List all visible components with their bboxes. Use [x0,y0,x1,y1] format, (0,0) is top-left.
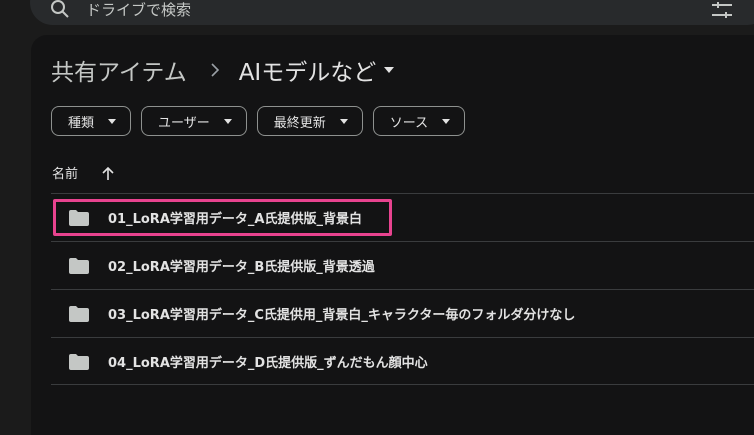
folder-icon [69,354,89,370]
caret-down-icon[interactable] [384,67,395,73]
filter-type-button[interactable]: 種類 [51,106,132,136]
caret-down-icon [442,118,451,124]
main-panel: 共有アイテム AIモデルなど 種類 ユーザー 最終更新 ソース 名前 01_Lo… [31,35,754,435]
file-name: 04_LoRA学習用データ_D氏提供版_ずんだもん顔中心 [108,356,428,371]
breadcrumb: 共有アイテム AIモデルなど [51,53,395,87]
filter-label: 最終更新 [273,115,326,131]
list-item[interactable]: 02_LoRA学習用データ_B氏提供版_背景透過 [51,241,754,289]
filter-label: ソース [389,115,429,131]
search-icon [51,0,69,18]
file-name: 03_LoRA学習用データ_C氏提供用_背景白_キャラクター毎のフォルダ分けなし [108,308,576,323]
filter-source-button[interactable]: ソース [372,106,466,136]
file-list: 01_LoRA学習用データ_A氏提供版_背景白 02_LoRA学習用データ_B氏… [51,193,754,385]
list-item[interactable]: 04_LoRA学習用データ_D氏提供版_ずんだもん顔中心 [51,337,754,385]
filter-label: 種類 [68,115,95,131]
caret-down-icon [223,118,232,124]
folder-icon [69,258,89,274]
column-name-label: 名前 [52,167,79,182]
search-bar[interactable]: ドライブで検索 [30,0,754,25]
arrow-up-icon[interactable] [102,166,114,180]
caret-down-icon [108,118,117,124]
filter-label: ユーザー [158,115,210,131]
search-options-icon[interactable] [712,2,732,18]
breadcrumb-current-folder[interactable]: AIモデルなど [239,53,377,87]
folder-icon [69,210,89,226]
list-item[interactable]: 03_LoRA学習用データ_C氏提供用_背景白_キャラクター毎のフォルダ分けなし [51,289,754,337]
search-input[interactable]: ドライブで検索 [86,0,191,20]
filter-user-button[interactable]: ユーザー [141,106,247,136]
caret-down-icon [339,118,348,124]
list-item[interactable]: 01_LoRA学習用データ_A氏提供版_背景白 [51,193,754,241]
file-name: 02_LoRA学習用データ_B氏提供版_背景透過 [108,260,375,275]
chevron-right-icon [211,63,219,77]
file-name: 01_LoRA学習用データ_A氏提供版_背景白 [108,212,362,227]
breadcrumb-shared-items[interactable]: 共有アイテム [51,53,187,87]
folder-icon [69,306,89,322]
filter-modified-button[interactable]: 最終更新 [256,106,363,136]
filter-bar: 種類 ユーザー 最終更新 ソース [51,106,466,136]
column-header-name[interactable]: 名前 [52,163,114,182]
